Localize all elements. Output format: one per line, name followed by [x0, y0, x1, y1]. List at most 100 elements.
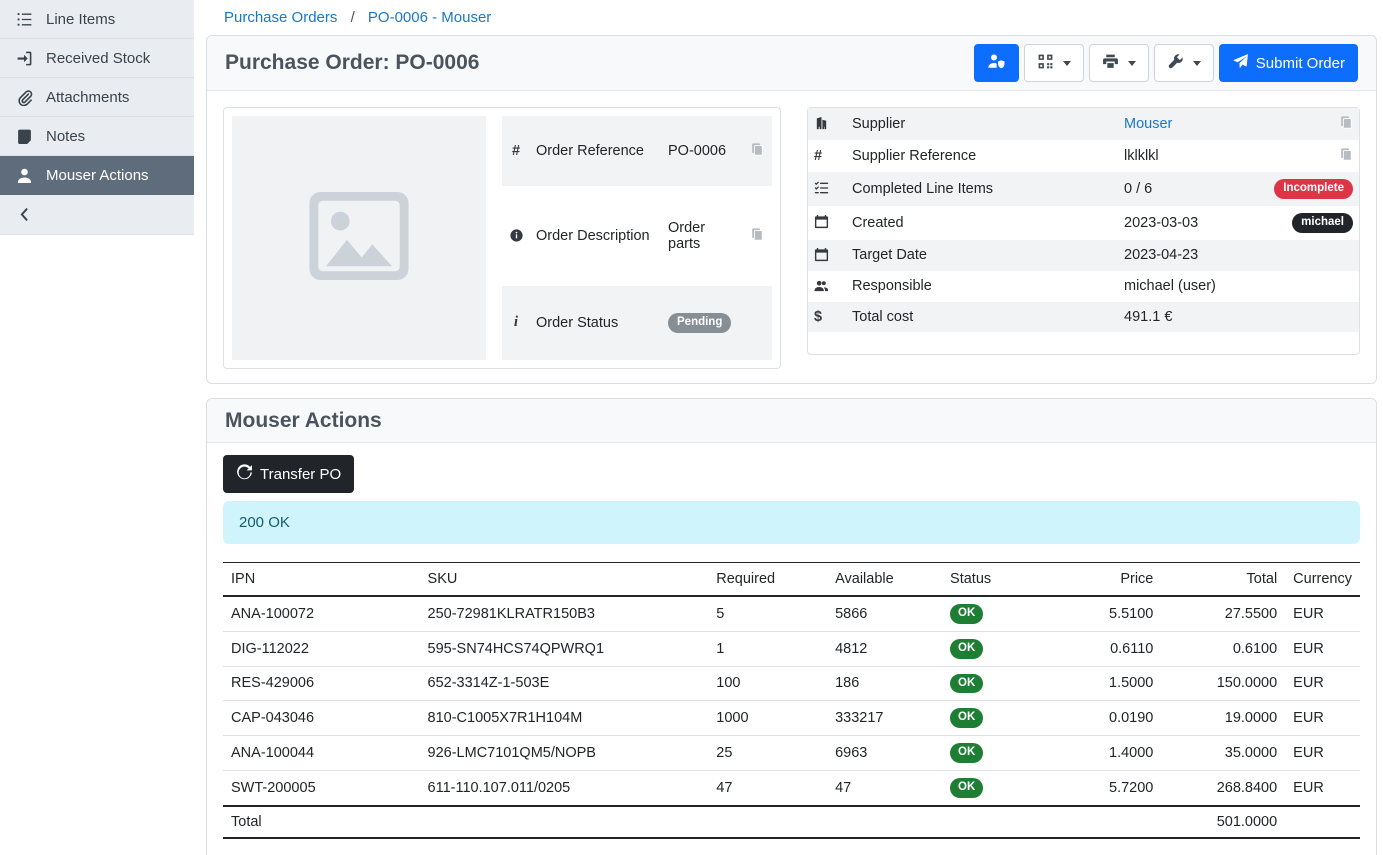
- detail-label: Completed Line Items: [846, 172, 1118, 206]
- copy-icon[interactable]: [1339, 115, 1353, 133]
- table-row: SWT-200005 611-110.107.011/0205 47 47 OK…: [223, 770, 1360, 805]
- sidebar-collapse-button[interactable]: [0, 195, 194, 235]
- wrench-icon: [1167, 53, 1184, 74]
- building-icon: [808, 108, 846, 140]
- detail-row-supplier-reference: # Supplier Reference lklklkl: [808, 140, 1359, 172]
- list-check-icon: [808, 172, 846, 206]
- copy-icon[interactable]: [750, 227, 764, 245]
- sidebar-item-label: Mouser Actions: [46, 167, 149, 184]
- incomplete-badge: Incomplete: [1274, 179, 1353, 199]
- ok-badge: OK: [950, 743, 983, 763]
- cell-sku: 810-C1005X7R1H104M: [420, 701, 709, 736]
- sidebar-item-attachments[interactable]: Attachments: [0, 78, 194, 117]
- detail-label: Responsible: [846, 271, 1118, 302]
- cell-price: 0.6110: [1045, 631, 1162, 666]
- cell-sku: 926-LMC7101QM5/NOPB: [420, 736, 709, 771]
- chevron-down-icon: [1063, 61, 1071, 66]
- column-header-total: Total: [1161, 563, 1285, 597]
- detail-label: Created: [846, 206, 1118, 240]
- order-details-section: # Order Reference PO-0006 Order Descript…: [207, 91, 1376, 383]
- transfer-po-label: Transfer PO: [260, 466, 341, 483]
- list-ol-icon: [15, 11, 33, 28]
- detail-value: 2023-03-03: [1118, 206, 1247, 240]
- table-footer-row: Total 501.0000: [223, 806, 1360, 838]
- detail-value: michael (user): [1118, 271, 1247, 302]
- detail-label: Order Status: [530, 286, 662, 360]
- sidebar: Line Items Received Stock Attachments No…: [0, 0, 194, 794]
- supplier-info-box: Supplier Mouser # Supplier Reference lkl…: [807, 107, 1360, 355]
- cell-ipn: ANA-100072: [223, 596, 420, 631]
- ok-badge: OK: [950, 708, 983, 728]
- footer-total-label: Total: [223, 806, 1161, 838]
- order-details-table: # Order Reference PO-0006 Order Descript…: [502, 116, 772, 360]
- detail-label: Target Date: [846, 240, 1118, 271]
- cell-sku: 595-SN74HCS74QPWRQ1: [420, 631, 709, 666]
- cell-currency: EUR: [1285, 701, 1360, 736]
- sidebar-item-received-stock[interactable]: Received Stock: [0, 39, 194, 78]
- paper-plane-icon: [1232, 53, 1249, 74]
- cell-sku: 611-110.107.011/0205: [420, 770, 709, 805]
- detail-label: Total cost: [846, 302, 1118, 332]
- cell-sku: 250-72981KLRATR150B3: [420, 596, 709, 631]
- cell-available: 4812: [827, 631, 942, 666]
- column-header-currency: Currency: [1285, 563, 1360, 597]
- ok-badge: OK: [950, 639, 983, 659]
- copy-icon[interactable]: [1339, 147, 1353, 165]
- sidebar-item-mouser-actions[interactable]: Mouser Actions: [0, 156, 194, 195]
- cell-available: 333217: [827, 701, 942, 736]
- ok-badge: OK: [950, 778, 983, 798]
- barcode-actions-button[interactable]: [1024, 44, 1084, 82]
- info-circle-icon: [502, 186, 530, 285]
- footer-total-value: 501.0000: [1161, 806, 1285, 838]
- order-image-placeholder[interactable]: [232, 116, 486, 360]
- sidebar-item-line-items[interactable]: Line Items: [0, 0, 194, 39]
- detail-row-supplier: Supplier Mouser: [808, 108, 1359, 140]
- detail-row-order-description: Order Description Order parts: [502, 186, 772, 285]
- chevron-left-icon: [15, 206, 33, 223]
- line-items-table: IPN SKU Required Available Status Price …: [223, 562, 1360, 839]
- sidebar-item-label: Attachments: [46, 89, 129, 106]
- cell-available: 6963: [827, 736, 942, 771]
- cell-currency: EUR: [1285, 631, 1360, 666]
- dollar-icon: $: [808, 302, 846, 332]
- cell-required: 5: [708, 596, 827, 631]
- detail-row-total-cost: $ Total cost 491.1 €: [808, 302, 1359, 332]
- mouser-actions-header: Mouser Actions: [207, 399, 1376, 443]
- sidebar-item-label: Line Items: [46, 11, 115, 28]
- purchase-order-card: Purchase Order: PO-0006: [206, 35, 1377, 384]
- detail-row-completed-line-items: Completed Line Items 0 / 6 Incomplete: [808, 172, 1359, 206]
- detail-label: Supplier Reference: [846, 140, 1118, 172]
- submit-order-button[interactable]: Submit Order: [1219, 44, 1358, 82]
- sidebar-item-notes[interactable]: Notes: [0, 117, 194, 156]
- detail-label: Supplier: [846, 108, 1118, 140]
- breadcrumb-link-purchase-orders[interactable]: Purchase Orders: [224, 9, 337, 26]
- cell-price: 1.5000: [1045, 666, 1162, 701]
- status-alert: 200 OK: [223, 501, 1360, 544]
- order-actions-button[interactable]: [1154, 44, 1214, 82]
- column-header-price: Price: [1045, 563, 1162, 597]
- cell-ipn: DIG-112022: [223, 631, 420, 666]
- transfer-po-button[interactable]: Transfer PO: [223, 455, 354, 493]
- print-actions-button[interactable]: [1089, 44, 1149, 82]
- image-placeholder-icon: [293, 170, 425, 306]
- supplier-details-table: Supplier Mouser # Supplier Reference lkl…: [808, 108, 1359, 332]
- order-info-box: # Order Reference PO-0006 Order Descript…: [223, 107, 781, 369]
- cell-required: 1000: [708, 701, 827, 736]
- note-icon: [15, 128, 33, 145]
- column-header-available: Available: [827, 563, 942, 597]
- cell-sku: 652-3314Z-1-503E: [420, 666, 709, 701]
- cell-ipn: RES-429006: [223, 666, 420, 701]
- copy-icon[interactable]: [750, 142, 764, 160]
- ok-badge: OK: [950, 674, 983, 694]
- refresh-icon: [236, 464, 253, 485]
- user-badge: michael: [1292, 213, 1353, 233]
- table-row: CAP-043046 810-C1005X7R1H104M 1000 33321…: [223, 701, 1360, 736]
- supplier-link[interactable]: Mouser: [1124, 116, 1172, 132]
- header-actions: Submit Order: [974, 44, 1358, 82]
- breadcrumb-link-current-order[interactable]: PO-0006 - Mouser: [368, 9, 491, 26]
- cell-currency: EUR: [1285, 770, 1360, 805]
- user-roles-button[interactable]: [974, 44, 1019, 82]
- submit-order-label: Submit Order: [1256, 55, 1345, 72]
- chevron-down-icon: [1193, 61, 1201, 66]
- status-alert-text: 200 OK: [239, 514, 290, 531]
